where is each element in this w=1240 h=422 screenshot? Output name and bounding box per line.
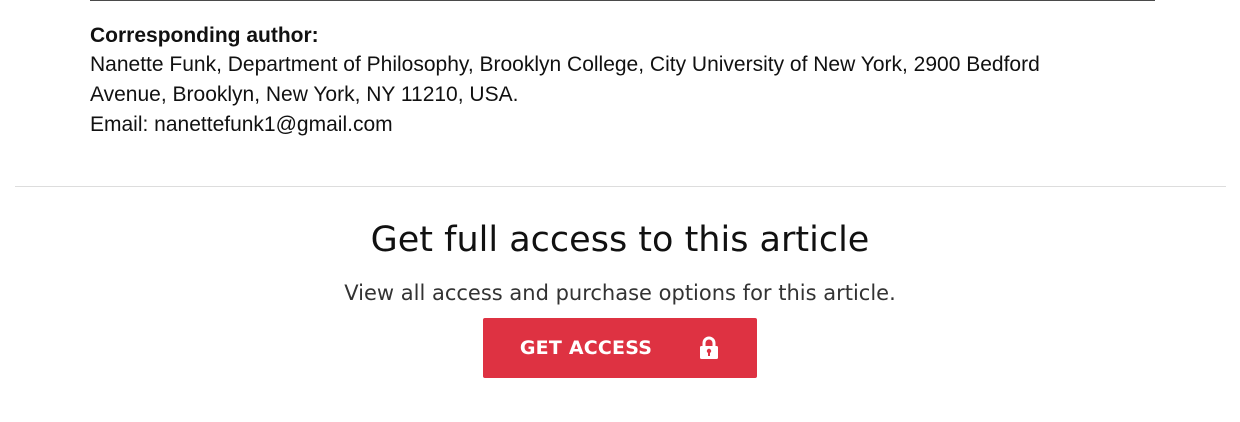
corresponding-author-block: Corresponding author: Nanette Funk, Depa… [90,22,1150,140]
section-divider [15,186,1226,187]
author-affiliation-line-1: Nanette Funk, Department of Philosophy, … [90,53,1040,76]
get-access-button[interactable]: GET ACCESS [483,318,757,378]
top-divider [90,0,1155,1]
access-section: Get full access to this article View all… [0,212,1240,378]
access-title: Get full access to this article [370,220,870,260]
corresponding-author-heading: Corresponding author: [90,24,319,47]
get-access-button-label: GET ACCESS [519,337,653,359]
author-affiliation-line-2: Avenue, Brooklyn, New York, NY 11210, US… [90,83,519,106]
lock-icon [698,336,720,360]
access-subtitle: View all access and purchase options for… [344,281,896,305]
author-email-line: Email: nanettefunk1@gmail.com [90,113,393,136]
